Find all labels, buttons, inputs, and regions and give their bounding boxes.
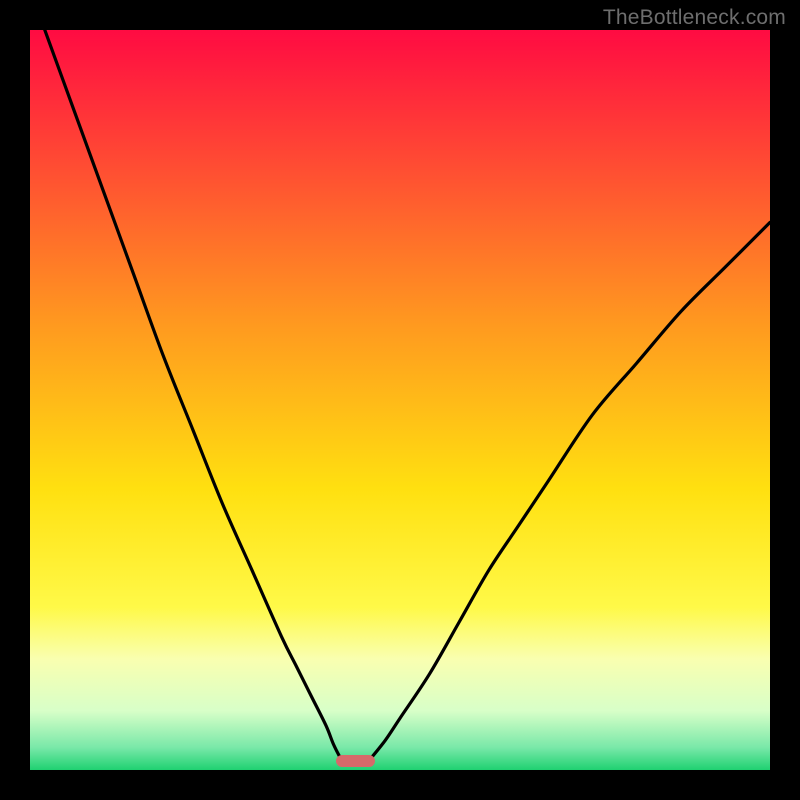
chart-frame: TheBottleneck.com	[0, 0, 800, 800]
bottleneck-curve	[30, 30, 770, 770]
plot-area	[30, 30, 770, 770]
minimum-marker	[336, 755, 375, 767]
curve-left-path	[45, 30, 341, 759]
curve-right-path	[370, 222, 770, 759]
watermark-text: TheBottleneck.com	[603, 6, 786, 30]
